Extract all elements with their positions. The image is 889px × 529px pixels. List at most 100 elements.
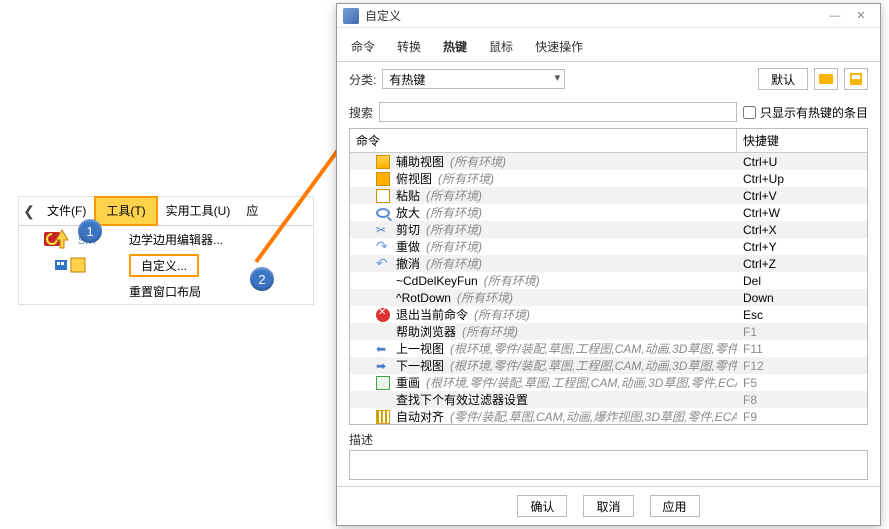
shortcut-value: F5: [743, 376, 757, 390]
command-context: (所有环境): [426, 187, 482, 204]
scis-icon: ✂: [376, 223, 390, 237]
list-row[interactable]: 放大 (所有环境) Ctrl+W: [350, 204, 867, 221]
only-hotkey-label: 只显示有热键的条目: [760, 104, 868, 121]
command-context: (所有环境): [484, 272, 540, 289]
command-name: 上一视图: [396, 340, 444, 357]
col-header-command[interactable]: 命令: [350, 129, 737, 152]
shortcut-value: Ctrl+U: [743, 155, 777, 169]
command-name: 自动对齐: [396, 408, 444, 424]
command-context: (根环境,零件/装配,草图,工程图,CAM,动画,3D草图,零件,ECAD装配,…: [426, 374, 737, 391]
close-button[interactable]: ✕: [848, 7, 874, 25]
hotkey-list: 命令 快捷键 辅助视图 (所有环境) Ctrl+U 俯视图 (所有环境) Ctrl+U…: [349, 128, 868, 425]
mag-icon: [376, 208, 390, 218]
tab-quick[interactable]: 快速操作: [533, 34, 585, 61]
list-row[interactable]: ^RotDown (所有环境) Down: [350, 289, 867, 306]
list-row[interactable]: 查找下个有效过滤器设置 F8: [350, 391, 867, 408]
command-name: 辅助视图: [396, 153, 444, 170]
list-row[interactable]: ⬅ 上一视图 (根环境,零件/装配,草图,工程图,CAM,动画,3D草图,零件,E…: [350, 340, 867, 357]
shortcut-value: Ctrl+Z: [743, 257, 776, 271]
list-header: 命令 快捷键: [350, 129, 867, 153]
command-context: (所有环境): [438, 170, 494, 187]
command-context: (所有环境): [457, 289, 513, 306]
list-row[interactable]: ✂剪切 (所有环境)Ctrl+X: [350, 221, 867, 238]
command-name: 查找下个有效过滤器设置: [396, 391, 528, 408]
dialog-tabs: 命令 转换 热键 鼠标 快速操作: [337, 28, 880, 62]
search-input[interactable]: [379, 102, 737, 122]
shortcut-value: Ctrl+Y: [743, 240, 777, 254]
tab-mouse[interactable]: 鼠标: [487, 34, 515, 61]
shortcut-value: F8: [743, 393, 757, 407]
undo-icon: [376, 257, 390, 271]
category-label: 分类:: [349, 71, 376, 88]
list-row[interactable]: 粘贴 (所有环境) Ctrl+V: [350, 187, 867, 204]
command-name: 剪切: [396, 221, 420, 238]
description-box: [349, 450, 868, 480]
shortcut-value: Ctrl+V: [743, 189, 777, 203]
command-name: ^RotDown: [396, 291, 451, 305]
customize-dialog: 自定义 — ✕ 命令 转换 热键 鼠标 快速操作 分类: 有热键 默认 搜索 只…: [336, 3, 881, 526]
stop-icon: [376, 308, 390, 322]
list-row[interactable]: 重画 (根环境,零件/装配,草图,工程图,CAM,动画,3D草图,零件,ECAD…: [350, 374, 867, 391]
arrr-icon: ➡: [376, 359, 390, 373]
floppy-icon: [850, 73, 862, 85]
list-row[interactable]: 辅助视图 (所有环境) Ctrl+U: [350, 153, 867, 170]
shortcut-value: F9: [743, 410, 757, 424]
command-name: 帮助浏览器: [396, 323, 456, 340]
clip-icon: [376, 189, 390, 203]
command-context: (所有环境): [450, 153, 506, 170]
command-context: (所有环境): [462, 323, 518, 340]
command-name: 放大: [396, 204, 420, 221]
description-label: 描述: [349, 433, 373, 447]
command-name: ~CdDelKeyFun: [396, 274, 478, 288]
command-name: 俯视图: [396, 170, 432, 187]
shortcut-value: Ctrl+W: [743, 206, 780, 220]
folder-icon: [819, 74, 833, 84]
list-row[interactable]: ➡下一视图 (根环境,零件/装配,草图,工程图,CAM,动画,3D草图,零件,E…: [350, 357, 867, 374]
arrl-icon: ⬅: [376, 342, 390, 356]
apply-button[interactable]: 应用: [650, 495, 700, 517]
app-icon: [343, 8, 359, 24]
list-row[interactable]: 俯视图 (所有环境) Ctrl+Up: [350, 170, 867, 187]
command-name: 重画: [396, 374, 420, 391]
tab-commands[interactable]: 命令: [349, 34, 377, 61]
tab-hotkeys[interactable]: 热键: [441, 34, 469, 61]
dialog-title: 自定义: [365, 7, 822, 24]
shortcut-value: Ctrl+Up: [743, 172, 784, 186]
command-name: 退出当前命令: [396, 306, 468, 323]
category-select[interactable]: 有热键: [382, 69, 565, 89]
shortcut-value: F11: [743, 342, 763, 356]
list-row[interactable]: 帮助浏览器 (所有环境)F1: [350, 323, 867, 340]
list-row[interactable]: 撤消 (所有环境)Ctrl+Z: [350, 255, 867, 272]
ref-icon: [376, 376, 390, 390]
command-context: (根环境,零件/装配,草图,工程图,CAM,动画,3D草图,零件,ECAD装配): [450, 357, 737, 374]
list-row[interactable]: 退出当前命令 (所有环境) Esc: [350, 306, 867, 323]
command-context: (所有环境): [426, 204, 482, 221]
cube-icon: [376, 155, 390, 169]
shortcut-value: F12: [743, 359, 764, 373]
ok-button[interactable]: 确认: [517, 495, 567, 517]
grid-icon: [376, 410, 390, 424]
open-folder-button[interactable]: [814, 68, 838, 90]
command-context: (所有环境): [474, 306, 530, 323]
command-name: 粘贴: [396, 187, 420, 204]
col-header-shortcut[interactable]: 快捷键: [737, 129, 867, 152]
defaults-button[interactable]: 默认: [758, 68, 808, 90]
save-button[interactable]: [844, 68, 868, 90]
shortcut-value: Down: [743, 291, 774, 305]
minimize-button[interactable]: —: [822, 7, 848, 25]
cancel-button[interactable]: 取消: [583, 495, 633, 517]
shortcut-value: Esc: [743, 308, 763, 322]
list-body[interactable]: 辅助视图 (所有环境)Ctrl+U俯视图 (所有环境)Ctrl+Up粘贴 (所有…: [350, 153, 867, 424]
only-hotkey-checkbox[interactable]: 只显示有热键的条目: [743, 104, 868, 121]
only-hotkey-check[interactable]: [743, 106, 756, 119]
command-context: (根环境,零件/装配,草图,工程图,CAM,动画,3D草图,零件,ECAD装配): [450, 340, 737, 357]
tab-transform[interactable]: 转换: [395, 34, 423, 61]
box-icon: [376, 172, 390, 186]
search-label: 搜索: [349, 104, 373, 121]
command-context: (零件/装配,草图,CAM,动画,爆炸视图,3D草图,零件,ECAD装配,EC): [450, 408, 737, 424]
command-context: (所有环境): [426, 255, 482, 272]
list-row[interactable]: 自动对齐 (零件/装配,草图,CAM,动画,爆炸视图,3D草图,零件,ECAD装…: [350, 408, 867, 424]
list-row[interactable]: ~CdDelKeyFun (所有环境)Del: [350, 272, 867, 289]
list-row[interactable]: 重做 (所有环境)Ctrl+Y: [350, 238, 867, 255]
command-name: 重做: [396, 238, 420, 255]
